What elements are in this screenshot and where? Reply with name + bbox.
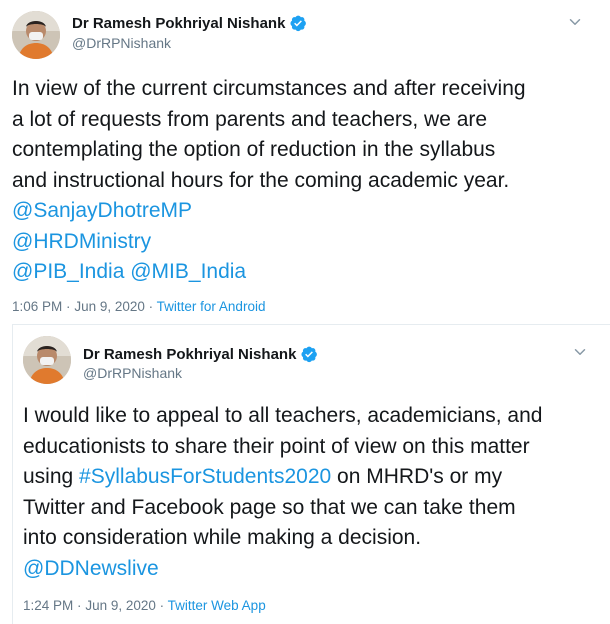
mention-link[interactable]: @DDNewslive [23,557,159,580]
meta-separator: · [148,299,154,314]
tweet-text-line: into consideration while making a decisi… [23,526,422,549]
tweet-time[interactable]: 1:06 PM [12,299,62,314]
tweet-text-line: In view of the current circumstances and… [12,77,526,100]
tweet-source-link[interactable]: Twitter for Android [157,299,266,314]
tweet-text-line: a lot of requests from parents and teach… [12,107,488,131]
author-display-name[interactable]: Dr Ramesh Pokhriyal Nishank [72,15,285,32]
tweet-main: Dr Ramesh Pokhriyal Nishank @DrRPNishank… [0,0,610,324]
mention-link[interactable]: @MIB_India [130,260,246,283]
mention-link[interactable]: @SanjayDhotreMP [12,199,192,222]
tweet-text: In view of the current circumstances and… [12,74,598,288]
tweet-text: I would like to appeal to all teachers, … [23,401,609,584]
meta-separator: · [77,598,82,613]
tweet-source-link[interactable]: Twitter Web App [168,598,266,613]
mention-link[interactable]: @HRDMinistry [12,230,151,253]
tweet-text-segment: using [23,465,80,488]
author-handle[interactable]: @DrRPNishank [83,365,182,381]
tweet-text-line: contemplating the option of reduction in… [12,138,496,161]
verified-badge-icon [301,346,318,363]
chevron-down-icon[interactable] [571,343,589,361]
tweet-text-line: Twitter and Facebook page so that we can… [23,495,516,519]
meta-separator: · [66,299,71,314]
person-avatar-icon [12,11,60,59]
person-avatar-icon [23,336,71,384]
author-avatar[interactable] [12,11,60,59]
hashtag-link[interactable]: #SyllabusForStudents2020 [79,465,331,488]
author-handle[interactable]: @DrRPNishank [72,35,171,51]
author-avatar[interactable] [23,336,71,384]
mention-link[interactable]: @PIB_India [12,260,124,283]
tweet-date[interactable]: Jun 9, 2020 [74,299,145,314]
author-name-row: Dr Ramesh Pokhriyal Nishank [83,345,318,363]
author-display-name[interactable]: Dr Ramesh Pokhriyal Nishank [83,346,296,363]
tweet-text-line: and instructional hours for the coming a… [12,168,510,192]
tweet-time[interactable]: 1:24 PM [23,598,73,613]
tweet-text-line: I would like to appeal to all teachers, … [23,404,543,427]
tweet-meta: 1:06 PM · Jun 9, 2020 · Twitter for Andr… [12,299,265,314]
tweet-date[interactable]: Jun 9, 2020 [85,598,156,613]
tweet-quoted[interactable]: Dr Ramesh Pokhriyal Nishank @DrRPNishank… [12,324,610,624]
tweet-meta: 1:24 PM · Jun 9, 2020 · Twitter Web App [23,598,266,613]
tweet-text-line: educationists to share their point of vi… [23,434,530,458]
tweet-text-segment: on MHRD's or my [331,465,503,488]
chevron-down-icon[interactable] [566,13,584,31]
meta-separator: · [159,598,165,613]
author-name-row: Dr Ramesh Pokhriyal Nishank [72,14,307,32]
verified-badge-icon [290,15,307,32]
